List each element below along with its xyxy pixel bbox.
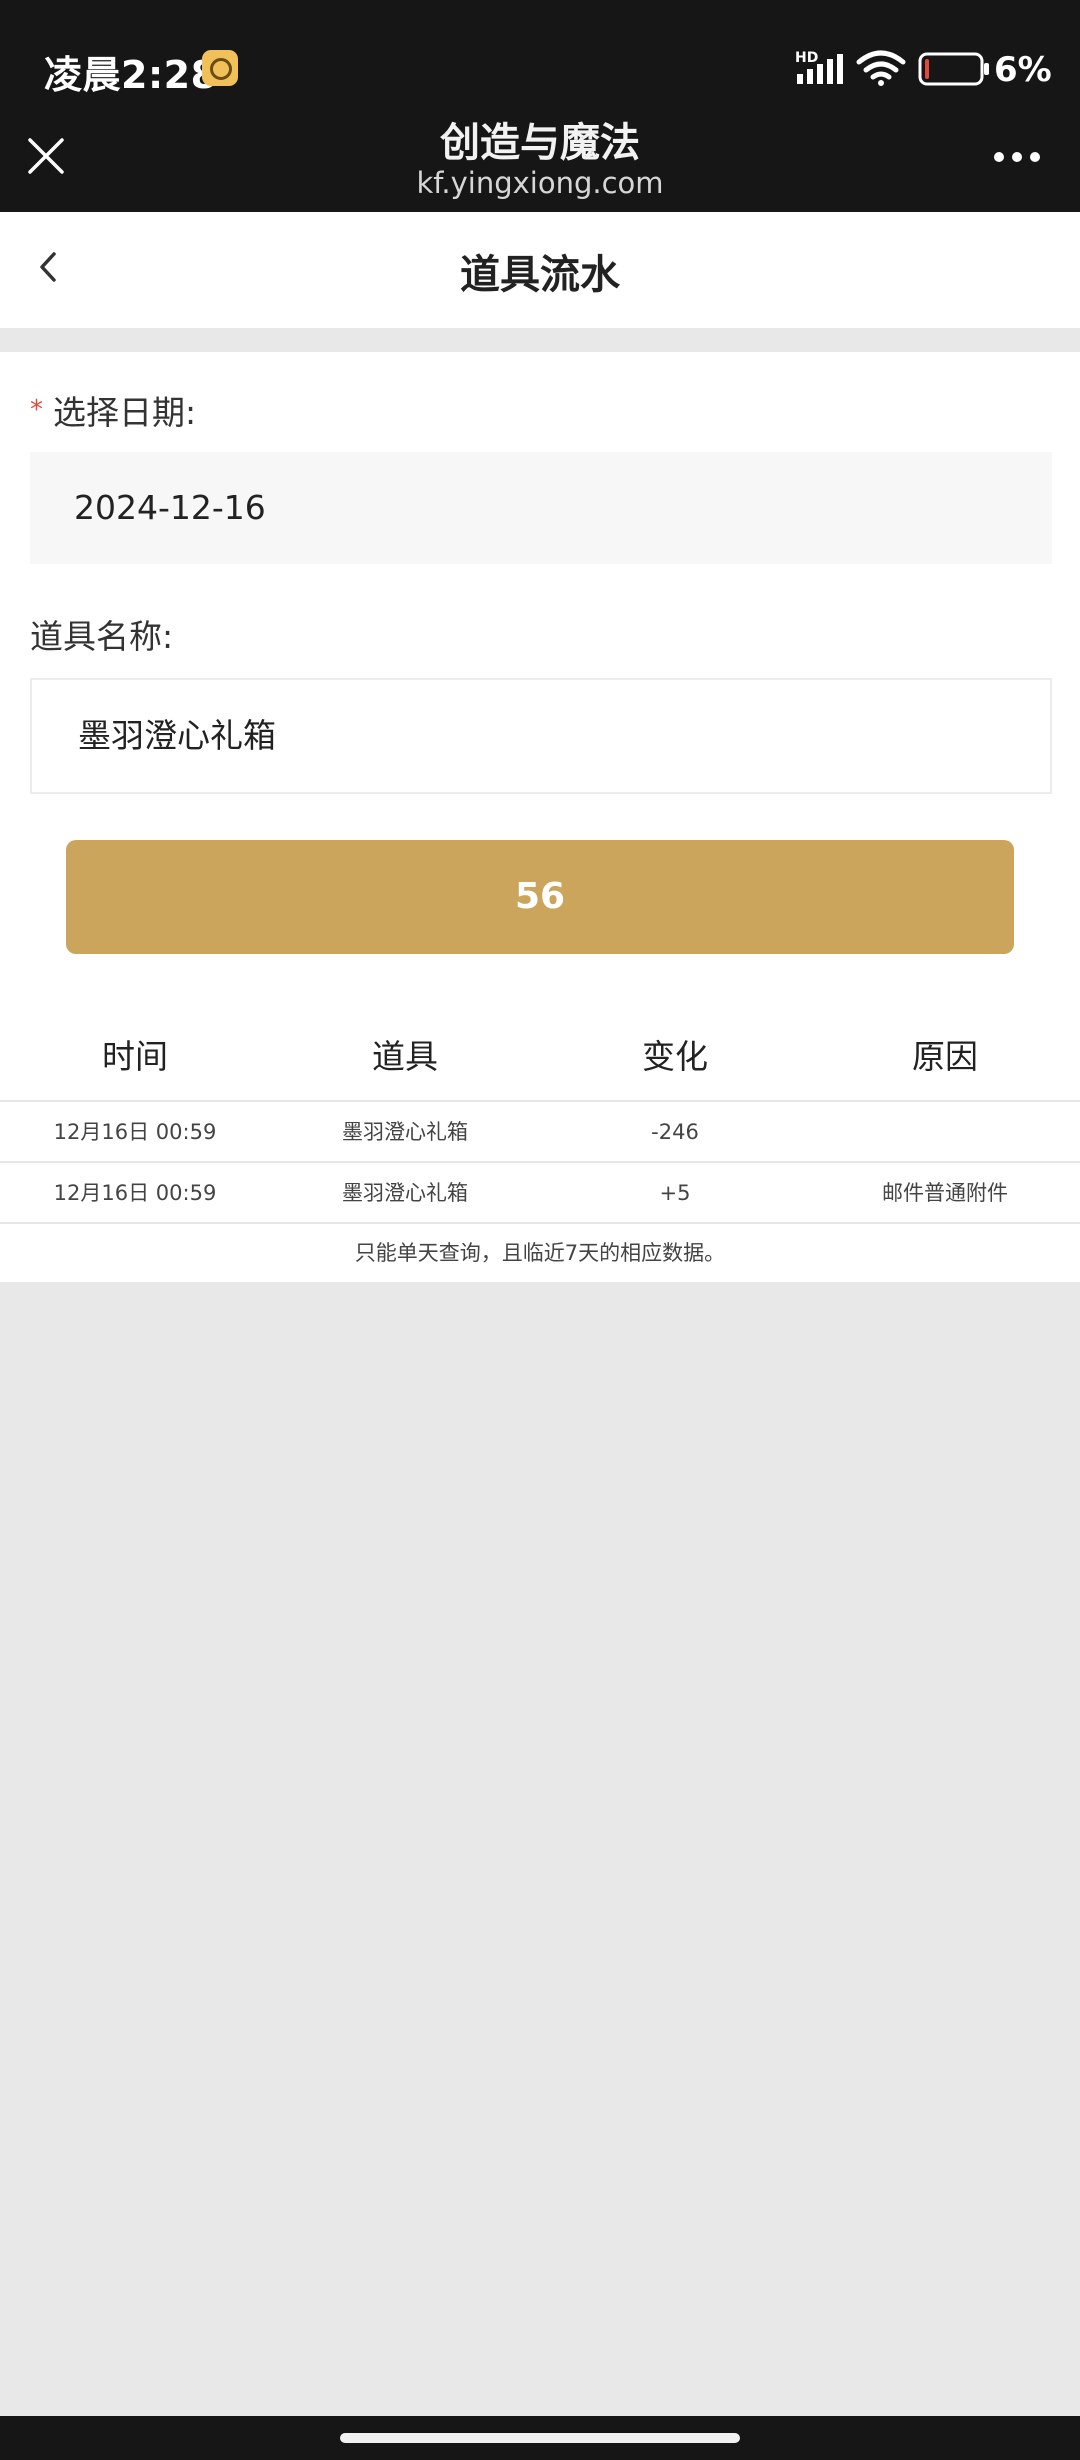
column-header-time: 时间	[102, 1037, 168, 1076]
item-name-label: 道具名称:	[30, 617, 174, 656]
item-name-field[interactable]: 墨羽澄心礼箱	[30, 678, 1052, 794]
wifi-icon	[856, 50, 906, 86]
signal-icon	[797, 54, 843, 84]
cell-time: 12月16日 00:59	[53, 1181, 217, 1205]
battery-icon	[918, 52, 989, 86]
item-flow-table: 时间 道具 变化 原因 12月16日 00:59 墨羽澄心礼箱 -246 12月…	[0, 1012, 1080, 1282]
cell-change: +5	[659, 1181, 691, 1205]
column-header-change: 变化	[642, 1037, 708, 1076]
column-header-item: 道具	[372, 1037, 438, 1076]
date-label-row: * 选择日期:	[30, 386, 196, 434]
home-indicator[interactable]	[340, 2433, 740, 2443]
table-header: 时间 道具 变化 原因	[0, 1012, 1080, 1102]
cell-change: -246	[651, 1120, 699, 1144]
column-header-reason: 原因	[912, 1037, 978, 1076]
browser-header: 凌晨2:28 HD 6% 创造与魔法 kf.yingxiong.com	[0, 0, 1080, 212]
battery-percent: 6%	[994, 50, 1052, 90]
required-mark: *	[30, 395, 43, 425]
table-row: 12月16日 00:59 墨羽澄心礼箱 -246	[0, 1102, 1080, 1163]
page-header: 道具流水	[0, 212, 1080, 328]
date-picker-field[interactable]: 2024-12-16	[30, 452, 1052, 564]
cell-item: 墨羽澄心礼箱	[342, 1181, 468, 1205]
query-form: * 选择日期: 2024-12-16 道具名称: 墨羽澄心礼箱 56 时间 道具 …	[0, 352, 1080, 1282]
query-limit-note: 只能单天查询，且临近7天的相应数据。	[354, 1241, 726, 1265]
cell-item: 墨羽澄心礼箱	[342, 1120, 468, 1144]
system-nav-bar	[0, 2416, 1080, 2460]
date-label: 选择日期:	[53, 393, 197, 432]
status-time: 凌晨2:28	[44, 53, 218, 97]
browser-page-title: 创造与魔法	[440, 120, 640, 166]
query-button[interactable]: 56	[66, 840, 1014, 954]
cell-time: 12月16日 00:59	[53, 1120, 217, 1144]
page-title: 道具流水	[460, 252, 620, 298]
browser-url: kf.yingxiong.com	[416, 166, 664, 200]
app-notification-icon	[202, 50, 238, 86]
table-row: 12月16日 00:59 墨羽澄心礼箱 +5 邮件普通附件	[0, 1163, 1080, 1224]
cell-reason: 邮件普通附件	[882, 1181, 1008, 1205]
more-icon[interactable]	[992, 150, 1042, 164]
